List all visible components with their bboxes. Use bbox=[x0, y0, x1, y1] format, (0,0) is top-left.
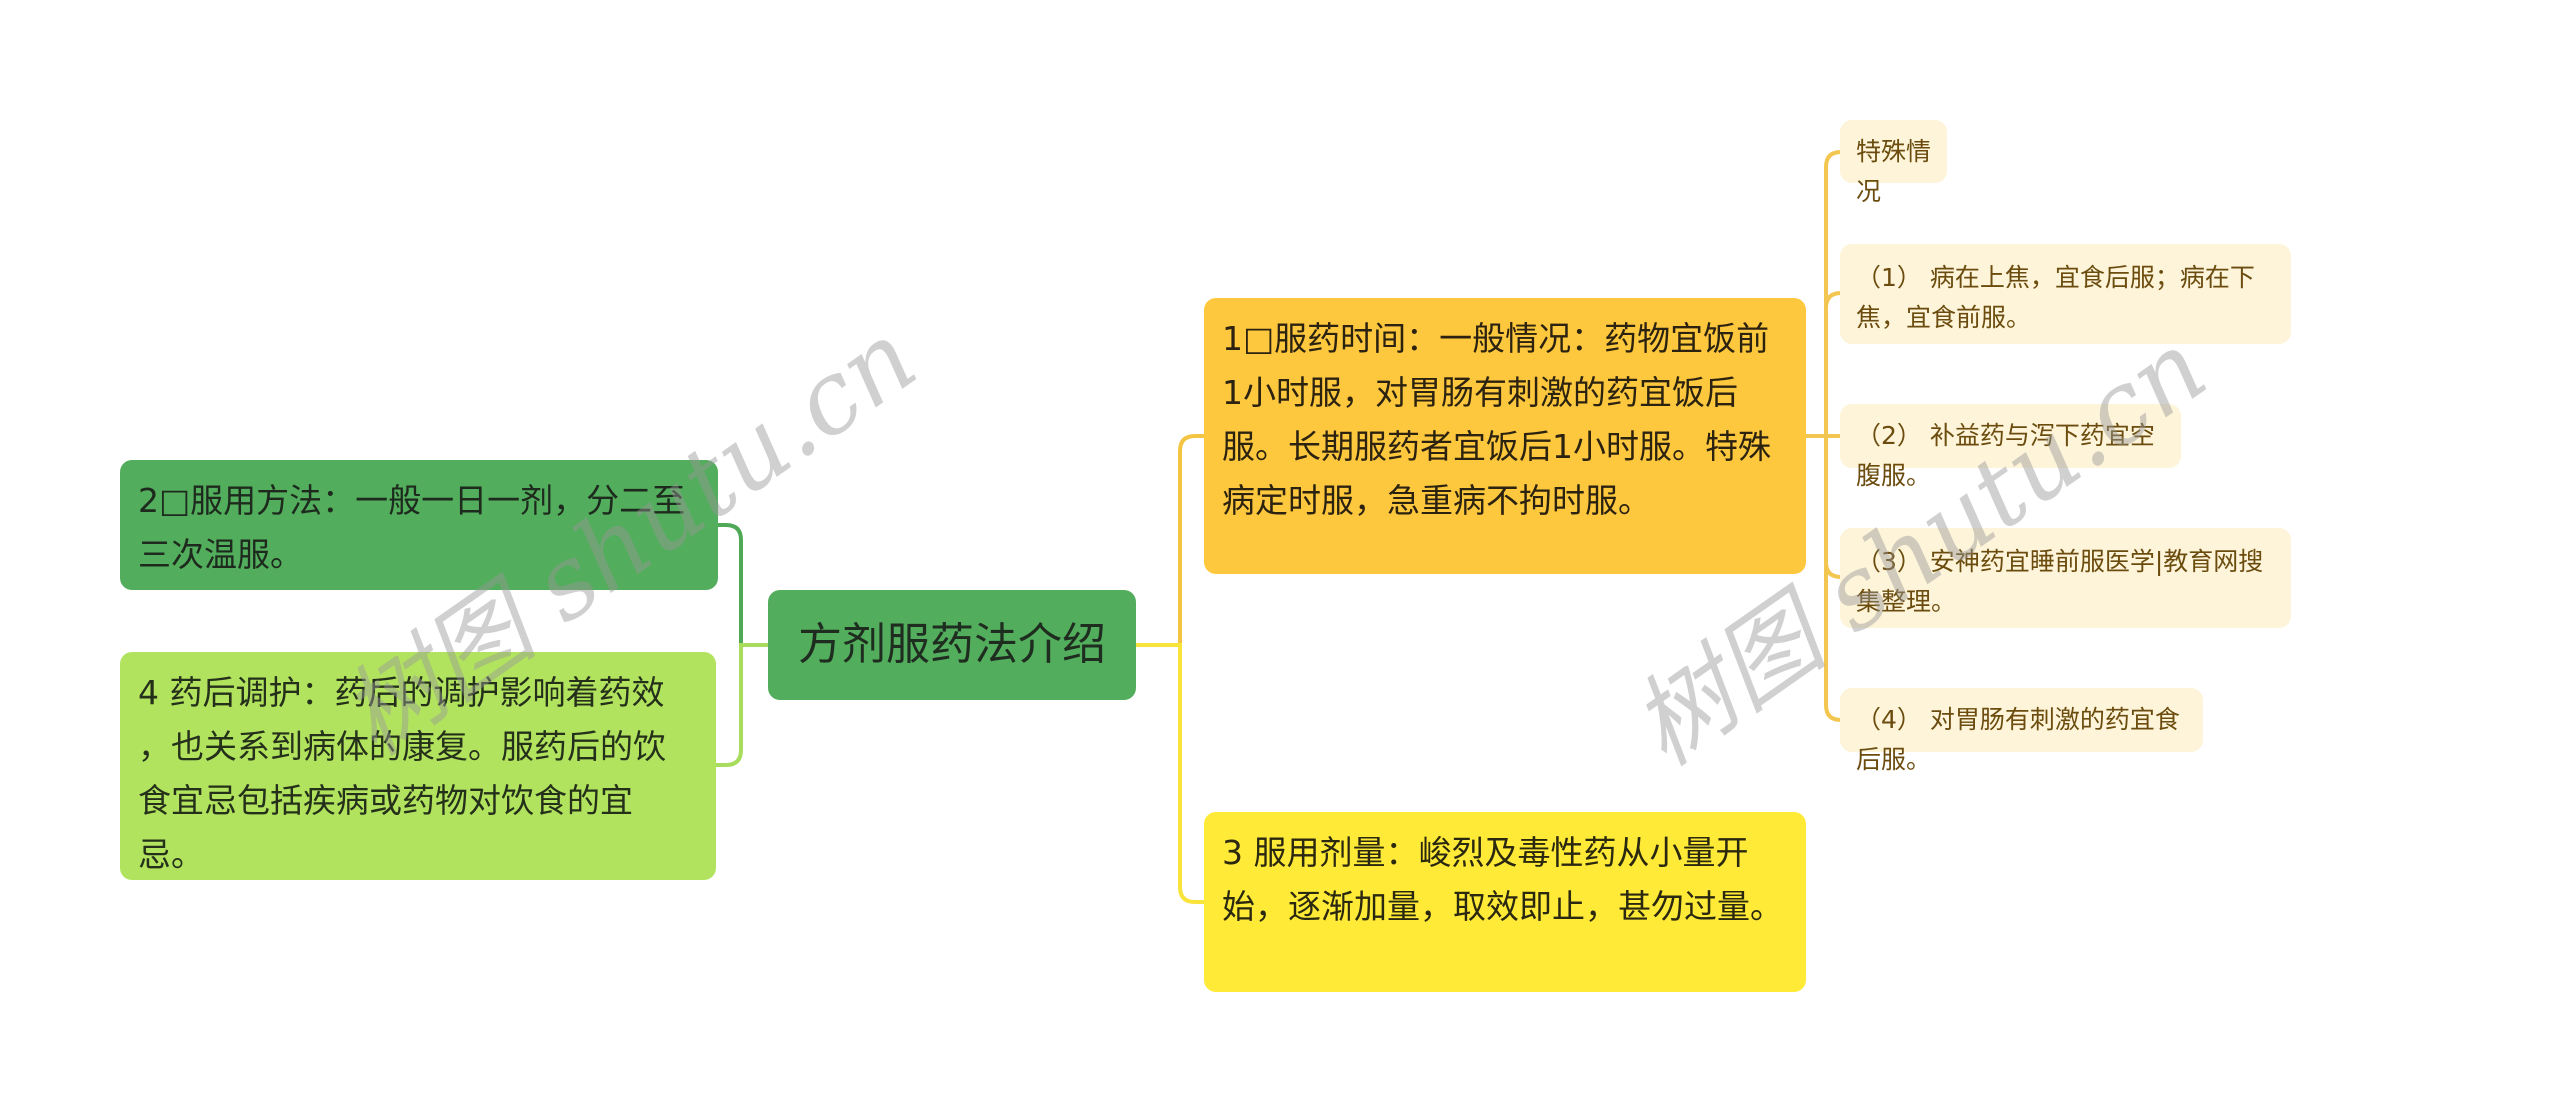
subtopic-item-2[interactable]: （2） 补益药与泻下药宜空腹服。 bbox=[1840, 404, 2181, 490]
subtopic-item-3[interactable]: （3） 安神药宜睡前服医学|教育网搜集整理。 bbox=[1840, 528, 2291, 628]
subtopic-label: （1） 病在上焦，宜食后服；病在下焦，宜食前服。 bbox=[1856, 263, 2255, 332]
topic-dosage-label: 3 服用剂量：峻烈及毒性药从小量开始，逐渐加量，取效即止，甚勿过量。 bbox=[1222, 833, 1783, 926]
subtopic-label: （3） 安神药宜睡前服医学|教育网搜集整理。 bbox=[1856, 547, 2264, 616]
topic-timing[interactable]: 1□服药时间：一般情况：药物宜饭前1小时服，对胃肠有刺激的药宜饭后服。长期服药者… bbox=[1204, 298, 1806, 574]
link-root-to-dosage bbox=[1136, 643, 1204, 904]
subtopic-special-cases[interactable]: 特殊情况 bbox=[1840, 120, 1947, 206]
topic-aftercare[interactable]: 4 药后调护：药后的调护影响着药效 ，也关系到病体的康复。服药后的饮食宜忌包括疾… bbox=[120, 652, 716, 880]
topic-dosage[interactable]: 3 服用剂量：峻烈及毒性药从小量开始，逐渐加量，取效即止，甚勿过量。 bbox=[1204, 812, 1806, 992]
link-root-to-timing bbox=[1136, 434, 1204, 647]
topic-usage-method[interactable]: 2□服用方法：一般一日一剂，分二至三次温服。 bbox=[120, 460, 718, 590]
link-root-to-aftercare bbox=[716, 643, 768, 767]
topic-aftercare-label: 4 药后调护：药后的调护影响着药效 ，也关系到病体的康复。服药后的饮食宜忌包括疾… bbox=[138, 673, 666, 874]
link-root-to-method bbox=[718, 523, 768, 647]
topic-timing-label: 1□服药时间：一般情况：药物宜饭前1小时服，对胃肠有刺激的药宜饭后服。长期服药者… bbox=[1222, 319, 1771, 520]
subtopic-item-1[interactable]: （1） 病在上焦，宜食后服；病在下焦，宜食前服。 bbox=[1840, 244, 2291, 344]
root-topic-label: 方剂服药法介绍 bbox=[798, 619, 1106, 670]
link-timing-to-item1 bbox=[1824, 291, 1842, 309]
topic-usage-method-label: 2□服用方法：一般一日一剂，分二至三次温服。 bbox=[138, 481, 686, 574]
link-timing-to-item3 bbox=[1824, 436, 1842, 579]
subtopic-item-4[interactable]: （4） 对胃肠有刺激的药宜食后服。 bbox=[1840, 688, 2203, 774]
root-topic[interactable]: 方剂服药法介绍 bbox=[768, 590, 1136, 700]
